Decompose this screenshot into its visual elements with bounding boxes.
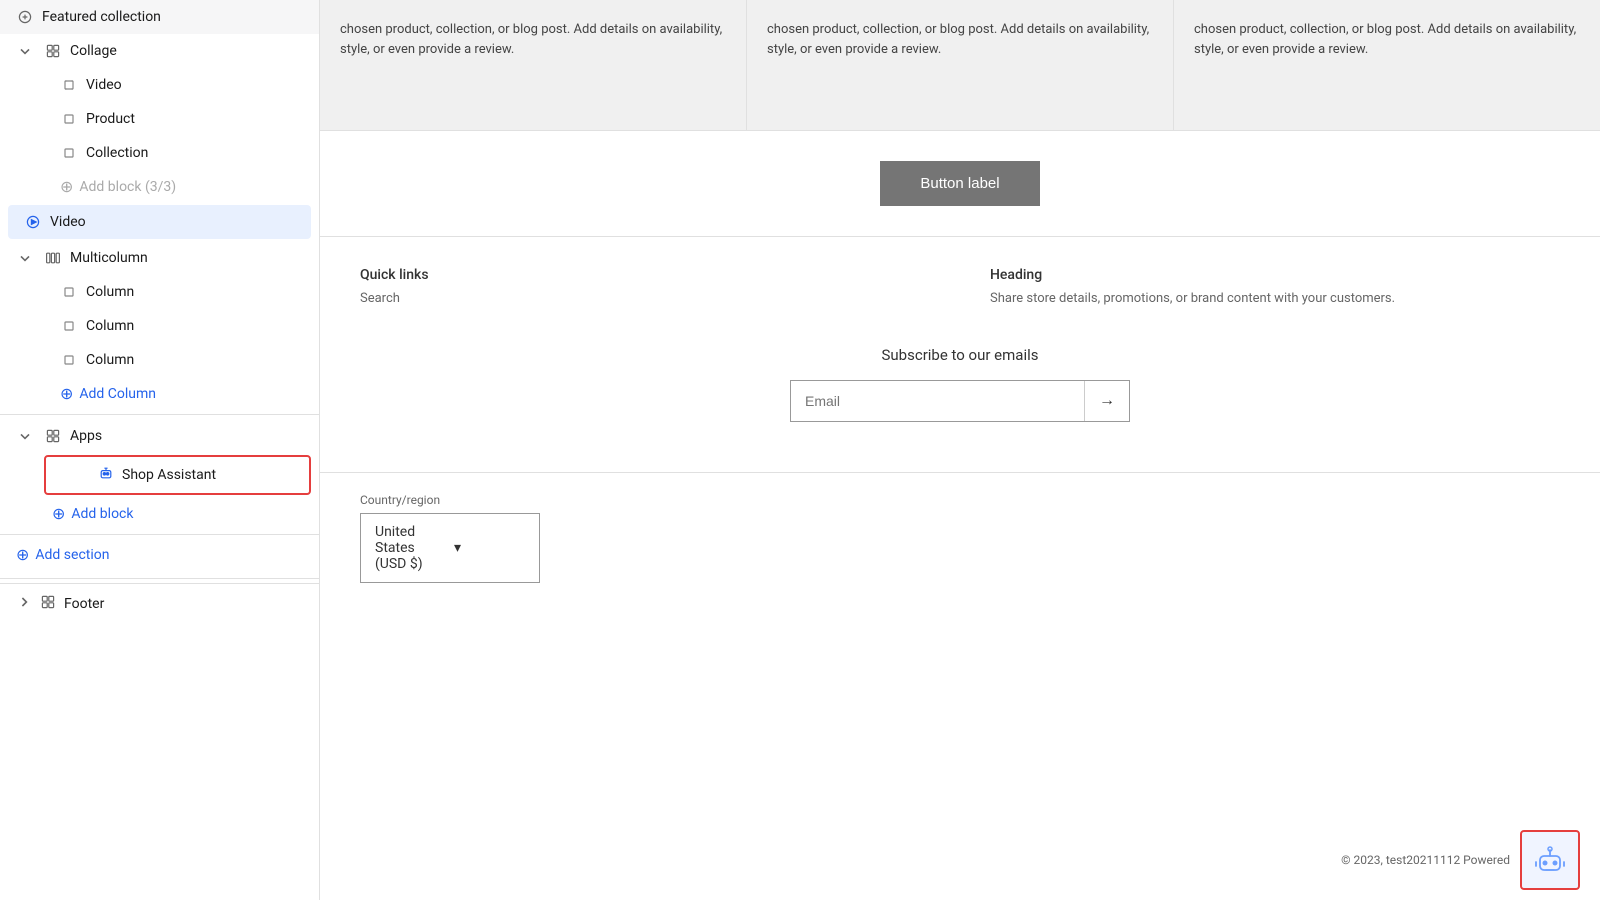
circle-play-icon xyxy=(24,213,42,231)
add-block-button[interactable]: ⊕ Add block xyxy=(0,497,319,530)
main-content: chosen product, collection, or blog post… xyxy=(320,0,1600,900)
chevron-down-icon-multicolumn xyxy=(16,249,34,267)
collage-label: Collage xyxy=(70,43,117,59)
bracket-icon-col3 xyxy=(60,351,78,369)
sidebar-item-collage[interactable]: Collage xyxy=(0,34,319,68)
sidebar-item-apps[interactable]: Apps xyxy=(0,419,319,453)
sidebar-item-column1[interactable]: Column xyxy=(0,275,319,309)
sidebar-item-multicolumn[interactable]: Multicolumn xyxy=(0,241,319,275)
product-child-label: Product xyxy=(86,111,135,127)
button-label-btn[interactable]: Button label xyxy=(880,161,1039,206)
bracket-icon-col2 xyxy=(60,317,78,335)
country-select[interactable]: United States (USD $) ▾ xyxy=(360,513,540,583)
multicolumn-icon xyxy=(44,249,62,267)
footer-grid-icon xyxy=(40,594,56,614)
column3-label: Column xyxy=(86,352,134,368)
footer-content-section: Quick links Search Heading Share store d… xyxy=(320,237,1600,473)
card-3: chosen product, collection, or blog post… xyxy=(1174,0,1600,130)
country-value: United States (USD $) xyxy=(375,524,446,572)
email-submit-button[interactable]: → xyxy=(1084,381,1129,421)
search-link[interactable]: Search xyxy=(360,291,930,306)
heading-desc: Share store details, promotions, or bran… xyxy=(990,291,1560,306)
footer-columns: Quick links Search Heading Share store d… xyxy=(360,267,1560,306)
chevron-down-icon xyxy=(16,42,34,60)
video-section-label: Video xyxy=(50,214,86,230)
column2-label: Column xyxy=(86,318,134,334)
add-column-button[interactable]: ⊕ Add Column xyxy=(0,377,319,410)
copyright-bar: © 2023, test20211112 Powered xyxy=(1321,820,1600,900)
bracket-icon-collection xyxy=(60,144,78,162)
chevron-right-icon-footer xyxy=(16,594,32,614)
apps-label: Apps xyxy=(70,428,102,444)
sidebar-item-collection-child[interactable]: Collection xyxy=(0,136,319,170)
sidebar-item-column2[interactable]: Column xyxy=(0,309,319,343)
robot-widget-icon xyxy=(1532,842,1568,878)
subscribe-title: Subscribe to our emails xyxy=(360,346,1560,364)
sidebar-item-product-child[interactable]: Product xyxy=(0,102,319,136)
button-label-section: Button label xyxy=(320,131,1600,237)
bracket-icon-video xyxy=(60,76,78,94)
sidebar-item-video-child[interactable]: Video xyxy=(0,68,319,102)
country-label: Country/region xyxy=(360,493,1560,507)
robot-icon xyxy=(98,465,114,485)
multicolumn-label: Multicolumn xyxy=(70,250,148,266)
sidebar: Featured collection Collage Video xyxy=(0,0,320,900)
video-child-label: Video xyxy=(86,77,122,93)
footer-label: Footer xyxy=(64,596,104,612)
chevron-down-icon-country: ▾ xyxy=(454,540,525,556)
footer-col-heading: Heading Share store details, promotions,… xyxy=(990,267,1560,306)
star-icon xyxy=(16,8,34,26)
plus-circle-disabled-icon: ⊕ xyxy=(60,177,73,196)
grid-icon xyxy=(44,42,62,60)
quick-links-heading: Quick links xyxy=(360,267,930,283)
bracket-icon-col1 xyxy=(60,283,78,301)
sidebar-item-featured-collection[interactable]: Featured collection xyxy=(0,0,319,34)
sidebar-item-column3[interactable]: Column xyxy=(0,343,319,377)
plus-circle-icon-block: ⊕ xyxy=(52,504,65,523)
plus-circle-icon-section: ⊕ xyxy=(16,545,29,564)
featured-collection-label: Featured collection xyxy=(42,9,161,25)
sidebar-item-shop-assistant[interactable]: Shop Assistant xyxy=(44,455,311,495)
subscribe-section: Subscribe to our emails → xyxy=(360,336,1560,442)
cards-section: chosen product, collection, or blog post… xyxy=(320,0,1600,131)
country-section: Country/region United States (USD $) ▾ xyxy=(320,473,1600,593)
copyright-text: © 2023, test20211112 Powered xyxy=(1341,853,1510,867)
email-row: → xyxy=(790,380,1130,422)
apps-grid-icon xyxy=(44,427,62,445)
robot-widget[interactable] xyxy=(1520,830,1580,890)
add-block-limit: ⊕ Add block (3/3) xyxy=(0,170,319,203)
bracket-icon-product xyxy=(60,110,78,128)
heading-title: Heading xyxy=(990,267,1560,283)
card-1: chosen product, collection, or blog post… xyxy=(320,0,747,130)
sidebar-item-video-section[interactable]: Video xyxy=(8,205,311,239)
card-2: chosen product, collection, or blog post… xyxy=(747,0,1174,130)
column1-label: Column xyxy=(86,284,134,300)
email-input[interactable] xyxy=(791,381,1084,421)
sidebar-item-footer[interactable]: Footer xyxy=(0,583,319,624)
footer-col-quick-links: Quick links Search xyxy=(360,267,930,306)
shop-assistant-label: Shop Assistant xyxy=(122,467,216,483)
chevron-down-icon-apps xyxy=(16,427,34,445)
plus-circle-icon-column: ⊕ xyxy=(60,384,73,403)
add-section-button[interactable]: ⊕ Add section xyxy=(0,534,319,574)
collection-child-label: Collection xyxy=(86,145,148,161)
